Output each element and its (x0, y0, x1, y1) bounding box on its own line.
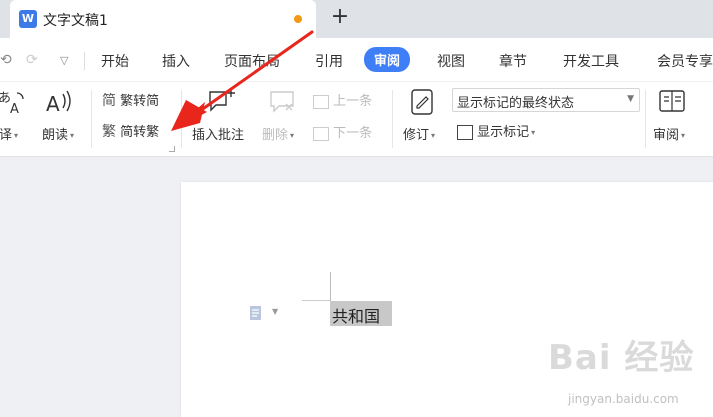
insert-comment-icon-button[interactable] (207, 88, 237, 120)
quick-access-more-icon[interactable]: ▽ (60, 54, 68, 67)
previous-comment-icon (313, 94, 329, 109)
reviewing-pane-button[interactable]: 审阅 ▾ (653, 124, 685, 143)
divider (392, 90, 393, 148)
comment-delete-icon (270, 91, 294, 113)
tab-page-layout[interactable]: 页面布局 (224, 51, 280, 71)
chevron-down-icon: ▾ (290, 131, 295, 140)
insert-comment-button[interactable]: 插入批注 (192, 124, 244, 143)
watermark-logo: Bai 经验 (548, 338, 695, 378)
next-comment-button[interactable]: 下一条 (313, 122, 372, 141)
tab-view[interactable]: 视图 (437, 51, 465, 71)
simplified-to-traditional-button[interactable]: 繁 简转繁 (102, 121, 159, 141)
chevron-down-icon: ▾ (531, 128, 536, 137)
tab-home[interactable]: 开始 (101, 51, 129, 71)
reviewing-pane-icon-button[interactable] (658, 88, 686, 120)
dialog-launcher-icon[interactable] (169, 146, 175, 152)
tab-insert[interactable]: 插入 (162, 51, 190, 71)
divider (84, 52, 85, 70)
simplified-to-traditional-label: 简转繁 (120, 125, 160, 140)
markup-display-select[interactable]: 显示标记的最终状态 ▼ (452, 88, 640, 112)
divider (645, 90, 646, 148)
document-tab[interactable]: W 文字文稿1 (10, 0, 316, 38)
traditional-to-simplified-button[interactable]: 简 繁转简 (102, 90, 159, 110)
chevron-down-icon[interactable]: ▼ (272, 307, 278, 316)
selected-text[interactable]: 共和国 (330, 301, 393, 326)
chevron-down-icon: ▾ (70, 131, 75, 140)
divider (181, 90, 182, 148)
chevron-down-icon: ▾ (681, 131, 686, 140)
ribbon-toolbar: あ A 翻译▾ A 朗读▾ 简 繁转简 繁 简转繁 插入批注 (0, 82, 713, 157)
undo-icon[interactable]: ⟲ (0, 52, 12, 68)
svg-text:A: A (46, 92, 60, 116)
previous-comment-button[interactable]: 上一条 (313, 90, 372, 109)
translate-icon: あ A (0, 91, 24, 117)
divider (91, 90, 92, 148)
markup-display-value: 显示标记的最终状态 (457, 96, 575, 111)
track-changes-icon (411, 89, 433, 115)
tab-references[interactable]: 引用 (315, 51, 343, 71)
read-aloud-icon: A (46, 90, 71, 116)
track-changes-icon-button[interactable] (409, 88, 437, 120)
read-aloud-button[interactable]: A (46, 88, 76, 120)
wps-writer-icon: W (19, 10, 37, 28)
chevron-down-icon: ▾ (431, 131, 436, 140)
translate-button[interactable]: あ A (0, 88, 28, 120)
tab-developer[interactable]: 开发工具 (563, 51, 619, 71)
margin-guide-horizontal (302, 300, 330, 301)
chevron-down-icon: ▾ (14, 131, 19, 140)
simplified-to-traditional-icon: 繁 (102, 124, 116, 140)
unsaved-indicator-dot (294, 15, 302, 23)
document-page[interactable] (181, 182, 713, 417)
document-title: 文字文稿1 (43, 13, 108, 29)
watermark-url: jingyan.baidu.com (568, 392, 679, 406)
new-tab-button[interactable]: + (328, 6, 352, 30)
redo-icon[interactable]: ⟳ (26, 52, 38, 68)
translate-label[interactable]: 翻译▾ (0, 124, 18, 143)
next-comment-icon (313, 126, 329, 141)
show-markup-icon (457, 125, 473, 140)
tab-member[interactable]: 会员专享 (657, 51, 713, 71)
tab-sections[interactable]: 章节 (499, 51, 527, 71)
reviewing-pane-icon (659, 90, 685, 112)
track-changes-button[interactable]: 修订 ▾ (403, 124, 435, 143)
traditional-to-simplified-label: 繁转简 (120, 94, 160, 109)
delete-comment-icon-button[interactable] (268, 88, 298, 120)
delete-button[interactable]: 删除 ▾ (262, 124, 294, 143)
ribbon-tab-bar: ⟲ ⟳ ▽ 开始 插入 页面布局 引用 审阅 视图 章节 开发工具 会员专享 (0, 38, 713, 82)
margin-guide-vertical (330, 272, 331, 302)
chevron-down-icon: ▼ (627, 94, 634, 104)
read-aloud-label[interactable]: 朗读 ▾ (42, 124, 74, 143)
document-icon (250, 306, 261, 320)
comment-plus-icon (209, 89, 235, 112)
tab-review[interactable]: 审阅 (364, 47, 411, 72)
paragraph-handle-icon[interactable] (248, 305, 264, 325)
svg-text:A: A (10, 102, 19, 116)
traditional-to-simplified-icon: 简 (102, 93, 116, 109)
show-markup-button[interactable]: 显示标记 ▾ (457, 121, 535, 140)
title-bar: W 文字文稿1 + (0, 0, 713, 38)
